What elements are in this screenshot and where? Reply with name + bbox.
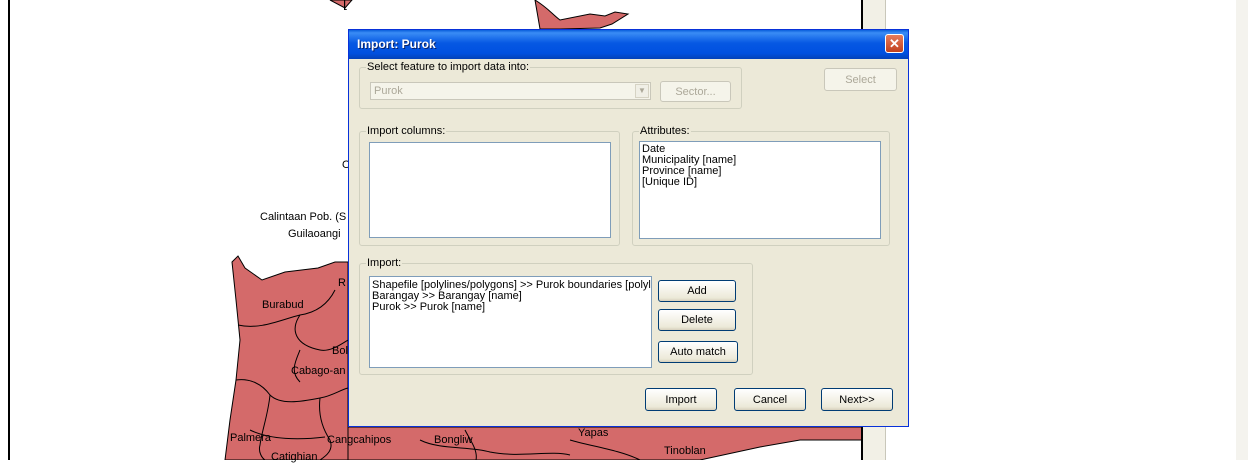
- import-columns-label: Import columns:: [366, 125, 447, 137]
- select-button[interactable]: Select: [824, 68, 897, 91]
- dialog-titlebar[interactable]: Import: Purok ✕: [349, 30, 908, 59]
- next-button[interactable]: Next>>: [821, 388, 893, 411]
- list-item[interactable]: Purok >> Purok [name]: [370, 302, 651, 313]
- list-item[interactable]: Shapefile [polylines/polygons] >> Purok …: [370, 280, 651, 291]
- right-panel-edge: [1236, 0, 1248, 460]
- import-mappings-list[interactable]: Shapefile [polylines/polygons] >> Purok …: [369, 276, 652, 368]
- feature-combobox-value: Purok: [374, 85, 403, 97]
- attributes-label: Attributes:: [639, 125, 691, 137]
- map-label-cabago: Cabago-an: [291, 365, 346, 377]
- map-region-top: [329, 0, 353, 9]
- import-label: Import:: [366, 257, 403, 269]
- map-label-tinoblan: Tinoblan: [664, 445, 706, 457]
- list-item[interactable]: Municipality [name]: [640, 155, 880, 166]
- add-button[interactable]: Add: [658, 280, 736, 302]
- close-icon[interactable]: ✕: [885, 34, 904, 53]
- map-label-bongliw: Bongliw: [434, 434, 473, 446]
- list-item[interactable]: Barangay >> Barangay [name]: [370, 291, 651, 302]
- import-columns-group: Import columns:: [359, 125, 620, 246]
- import-columns-list[interactable]: [369, 142, 611, 238]
- feature-combobox[interactable]: Purok ▼: [370, 82, 651, 100]
- dialog-title: Import: Purok: [357, 37, 436, 51]
- map-label-calintaan: Calintaan Pob. (S: [260, 211, 347, 223]
- map-label-burabud: Burabud: [262, 299, 304, 311]
- delete-button[interactable]: Delete: [658, 309, 736, 331]
- chevron-down-icon[interactable]: ▼: [635, 84, 649, 98]
- map-region-top-right: [534, 0, 630, 30]
- list-item[interactable]: Province [name]: [640, 166, 880, 177]
- map-label-guilaoangi: Guilaoangi: [288, 228, 341, 240]
- map-label-palmera: Palmera: [230, 432, 271, 444]
- auto-match-button[interactable]: Auto match: [658, 341, 738, 363]
- map-label-bracket: [: [343, 0, 347, 10]
- map-label-cangcahipos: Cangcahipos: [327, 434, 392, 446]
- select-feature-label: Select feature to import data into:: [366, 61, 531, 73]
- import-dialog: Import: Purok ✕ Select feature to import…: [348, 29, 909, 427]
- import-group: Import: Shapefile [polylines/polygons] >…: [359, 257, 753, 375]
- attributes-group: Attributes: Date Municipality [name] Pro…: [632, 125, 890, 246]
- import-button[interactable]: Import: [645, 388, 717, 411]
- map-label-r: R: [338, 277, 346, 289]
- map-label-yapas: Yapas: [578, 427, 609, 439]
- map-region-left-coast: [224, 255, 349, 460]
- list-item[interactable]: Date: [640, 144, 880, 155]
- attributes-list[interactable]: Date Municipality [name] Province [name]…: [639, 141, 881, 239]
- map-label-bol: Bol: [332, 345, 348, 357]
- select-feature-group: Select feature to import data into: Puro…: [359, 61, 742, 109]
- cancel-button[interactable]: Cancel: [734, 388, 806, 411]
- list-item[interactable]: [Unique ID]: [640, 177, 880, 188]
- map-label-catighian: Catighian: [271, 451, 318, 463]
- sector-button[interactable]: Sector...: [660, 81, 731, 102]
